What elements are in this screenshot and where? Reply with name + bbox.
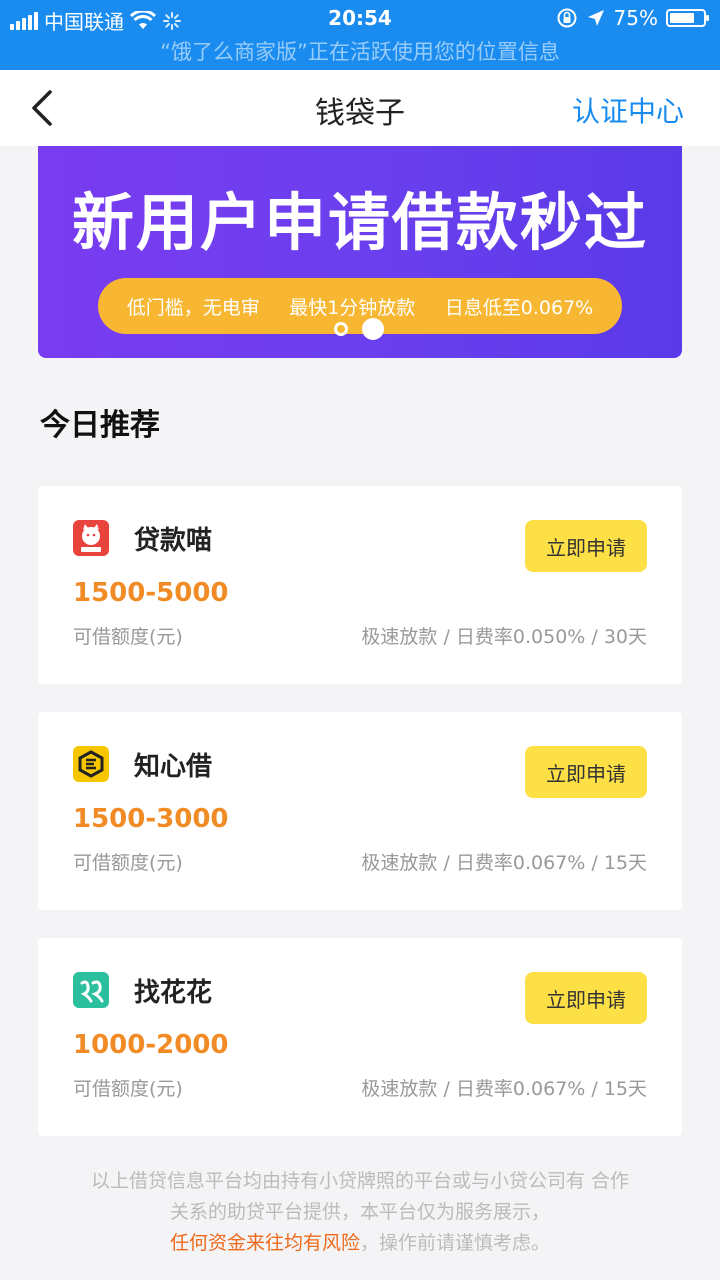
product-name: 知心借 xyxy=(134,752,213,782)
location-arrow-icon xyxy=(587,10,604,26)
loan-terms: 极速放款 / 日费率0.067% / 15天 xyxy=(361,852,647,874)
apply-now-button[interactable]: 立即申请 xyxy=(525,746,647,798)
certification-center-link[interactable]: 认证中心 xyxy=(572,90,684,130)
product-card-zhaohuahua[interactable]: 找花花 立即申请 1000-2000 可借额度(元) 极速放款 / 日费率0.0… xyxy=(38,938,682,1136)
disclaimer-line: 关系的助贷平台提供，本平台仅为服务展示， xyxy=(169,1201,550,1223)
product-name: 贷款喵 xyxy=(134,526,213,556)
section-title: 今日推荐 xyxy=(40,408,160,443)
disclaimer: 以上借贷信息平台均由持有小贷牌照的平台或与小贷公司有 合作 关系的助贷平台提供，… xyxy=(40,1166,680,1259)
loan-terms: 极速放款 / 日费率0.050% / 30天 xyxy=(361,626,647,648)
amount-label: 可借额度(元) xyxy=(73,852,183,874)
risk-warning: 任何资金来往均有风险 xyxy=(169,1232,360,1254)
apply-now-button[interactable]: 立即申请 xyxy=(525,972,647,1024)
loan-amount: 1500-5000 xyxy=(73,578,229,608)
banner-headline: 新用户申请借款秒过 xyxy=(71,186,648,259)
battery-fill xyxy=(670,13,694,23)
carousel-dot-1[interactable] xyxy=(334,322,348,336)
apply-now-button[interactable]: 立即申请 xyxy=(525,520,647,572)
location-notice[interactable]: “饿了么商家版”正在活跃使用您的位置信息 xyxy=(0,36,720,66)
product-card-daikuanmiao[interactable]: 贷款喵 立即申请 1500-5000 可借额度(元) 极速放款 / 日费率0.0… xyxy=(38,486,682,684)
banner-feature: 低门槛，无电审 xyxy=(126,296,260,319)
banner-feature: 最快1分钟放款 xyxy=(289,296,416,319)
disclaimer-line: 任何资金来往均有风险，操作前请谨慎考虑。 xyxy=(40,1228,680,1259)
disclaimer-tail: ，操作前请谨慎考虑。 xyxy=(360,1232,551,1254)
amount-label: 可借额度(元) xyxy=(73,626,183,648)
loan-amount: 1000-2000 xyxy=(73,1030,229,1060)
amount-label: 可借额度(元) xyxy=(73,1078,183,1100)
loan-amount: 1500-3000 xyxy=(73,804,229,834)
carousel-indicator[interactable] xyxy=(334,318,384,340)
carousel-dot-2[interactable] xyxy=(362,318,384,340)
zhixinjie-logo-icon xyxy=(73,746,109,782)
loan-terms: 极速放款 / 日费率0.067% / 15天 xyxy=(361,1078,647,1100)
disclaimer-line: 以上借贷信息平台均由持有小贷牌照的平台或与小贷公司有 合作 xyxy=(90,1170,630,1192)
product-card-zhixinjie[interactable]: 知心借 立即申请 1500-3000 可借额度(元) 极速放款 / 日费率0.0… xyxy=(38,712,682,910)
zhaohuahua-logo-icon xyxy=(73,972,109,1008)
navigation-bar: 钱袋子 认证中心 xyxy=(0,70,720,146)
cat-logo-icon xyxy=(73,520,109,556)
banner-feature: 日息低至0.067% xyxy=(444,296,594,319)
battery-icon xyxy=(666,9,709,27)
status-bar: 中国联通 20:54 75% “饿了么商家版”正在活跃使用您的位置信息 xyxy=(0,0,720,70)
promo-banner[interactable]: 新用户申请借款秒过 低门槛，无电审 最快1分钟放款 日息低至0.067% xyxy=(38,146,682,358)
battery-percent: 75% xyxy=(613,6,658,30)
orientation-lock-icon xyxy=(557,8,577,28)
product-name: 找花花 xyxy=(134,978,213,1008)
